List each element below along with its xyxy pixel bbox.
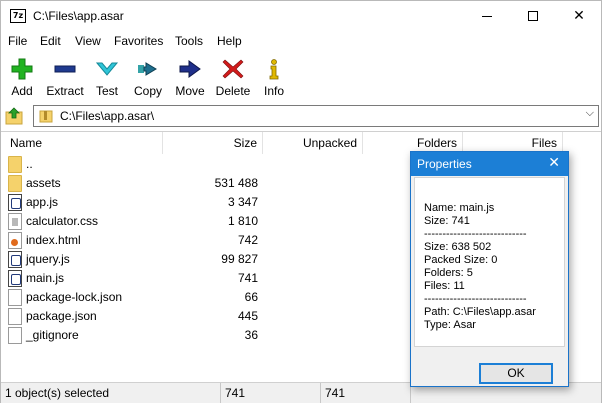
status-selected: 1 object(s) selected: [1, 383, 221, 403]
script-file-icon: [8, 194, 22, 211]
item-size: 742: [237, 233, 258, 247]
status-size: 741: [221, 383, 321, 403]
extract-label: Extract: [46, 84, 84, 98]
copy-arrow-icon: [138, 62, 157, 76]
archive-folder-icon: [39, 110, 53, 123]
move-label: Move: [175, 84, 205, 98]
close-icon: ✕: [573, 8, 585, 24]
copy-button[interactable]: Copy: [131, 53, 165, 99]
maximize-icon: [528, 11, 538, 21]
test-check-icon: [95, 62, 119, 76]
add-label: Add: [11, 84, 33, 98]
minimize-button[interactable]: [464, 1, 510, 31]
dialog-close-icon[interactable]: ✕: [548, 155, 560, 171]
item-name: app.js: [26, 195, 59, 209]
item-size: 36: [244, 328, 258, 342]
item-name: index.html: [26, 233, 81, 247]
info-button[interactable]: Info: [260, 53, 288, 99]
move-arrow-icon: [179, 60, 201, 78]
column-size[interactable]: Size: [163, 132, 263, 154]
info-icon: [269, 59, 279, 80]
item-size: 3 347: [227, 195, 258, 209]
prop-line: Type: Asar: [424, 319, 476, 331]
ok-button[interactable]: OK: [479, 363, 553, 384]
test-label: Test: [95, 84, 118, 98]
minus-icon: [54, 65, 76, 73]
prop-line: Files: 11: [424, 280, 465, 292]
status-packed: 741: [321, 383, 411, 403]
prop-line: Path: C:\Files\app.asar: [424, 306, 536, 318]
copy-label: Copy: [133, 84, 162, 98]
menu-help[interactable]: Help: [217, 34, 242, 48]
item-name: package-lock.json: [26, 290, 123, 304]
item-name: jquery.js: [26, 252, 70, 266]
menu-tools[interactable]: Tools: [175, 34, 203, 48]
close-button[interactable]: ✕: [556, 1, 602, 31]
folder-icon: [8, 175, 22, 192]
menu-edit[interactable]: Edit: [40, 34, 61, 48]
file-icon: [8, 308, 22, 325]
plus-icon: [11, 58, 33, 80]
7zip-app-icon: 7z: [10, 9, 26, 23]
address-path: C:\Files\app.asar\: [60, 109, 155, 123]
item-name: _gitignore: [26, 328, 79, 342]
item-name: main.js: [26, 271, 65, 285]
info-label: Info: [263, 84, 284, 98]
delete-label: Delete: [215, 84, 251, 98]
delete-button[interactable]: Delete: [214, 53, 252, 99]
toolbar: Add Extract Test Copy Move Delete Info: [1, 53, 601, 101]
prop-line: Size: 638 502: [424, 241, 492, 253]
window-title: C:\Files\app.asar: [33, 9, 124, 23]
folder-icon: [8, 156, 22, 173]
column-unpacked[interactable]: Unpacked: [263, 132, 363, 154]
file-icon: [8, 327, 22, 344]
menu-file[interactable]: File: [8, 34, 27, 48]
item-size: 99 827: [221, 252, 258, 266]
address-bar: C:\Files\app.asar\ ⌵: [1, 103, 601, 129]
properties-text: Name: main.js Size: 741 ----------------…: [414, 177, 565, 347]
delete-x-icon: [222, 59, 244, 79]
css-file-icon: [8, 213, 22, 230]
item-size: 445: [237, 309, 258, 323]
chevron-down-icon[interactable]: ⌵: [586, 107, 594, 120]
item-name: assets: [26, 176, 61, 190]
dialog-title-bar: Properties ✕: [411, 152, 568, 176]
properties-dialog: Properties ✕ Name: main.js Size: 741 ---…: [410, 151, 569, 387]
item-name: ..: [26, 157, 33, 171]
prop-line: Packed Size: 0: [424, 254, 498, 266]
item-size: 1 810: [227, 214, 258, 228]
html-file-icon: [8, 232, 22, 249]
minimize-icon: [482, 16, 492, 17]
script-file-icon: [8, 270, 22, 287]
prop-line: Name: main.js: [424, 202, 495, 214]
prop-line: Folders: 5: [424, 267, 473, 279]
item-size: 531 488: [214, 176, 258, 190]
script-file-icon: [8, 251, 22, 268]
column-name[interactable]: Name: [1, 132, 163, 154]
dialog-title: Properties: [417, 157, 472, 171]
title-bar: 7z C:\Files\app.asar ✕: [1, 1, 601, 31]
move-button[interactable]: Move: [173, 53, 207, 99]
item-name: package.json: [26, 309, 97, 323]
item-size: 741: [237, 271, 258, 285]
main-window: 7z C:\Files\app.asar ✕ File Edit View Fa…: [0, 0, 602, 403]
menu-view[interactable]: View: [75, 34, 101, 48]
menu-favorites[interactable]: Favorites: [114, 34, 163, 48]
test-button[interactable]: Test: [91, 53, 123, 99]
maximize-button[interactable]: [510, 1, 556, 31]
item-size: 66: [244, 290, 258, 304]
prop-separator: ----------------------------: [424, 293, 527, 305]
menu-bar: File Edit View Favorites Tools Help: [1, 31, 601, 51]
extract-button[interactable]: Extract: [43, 53, 87, 99]
item-name: calculator.css: [26, 214, 99, 228]
folder-up-icon[interactable]: [5, 107, 25, 125]
add-button[interactable]: Add: [5, 53, 39, 99]
prop-separator: ----------------------------: [424, 228, 527, 240]
file-icon: [8, 289, 22, 306]
address-field[interactable]: C:\Files\app.asar\ ⌵: [33, 105, 599, 127]
prop-line: Size: 741: [424, 215, 470, 227]
